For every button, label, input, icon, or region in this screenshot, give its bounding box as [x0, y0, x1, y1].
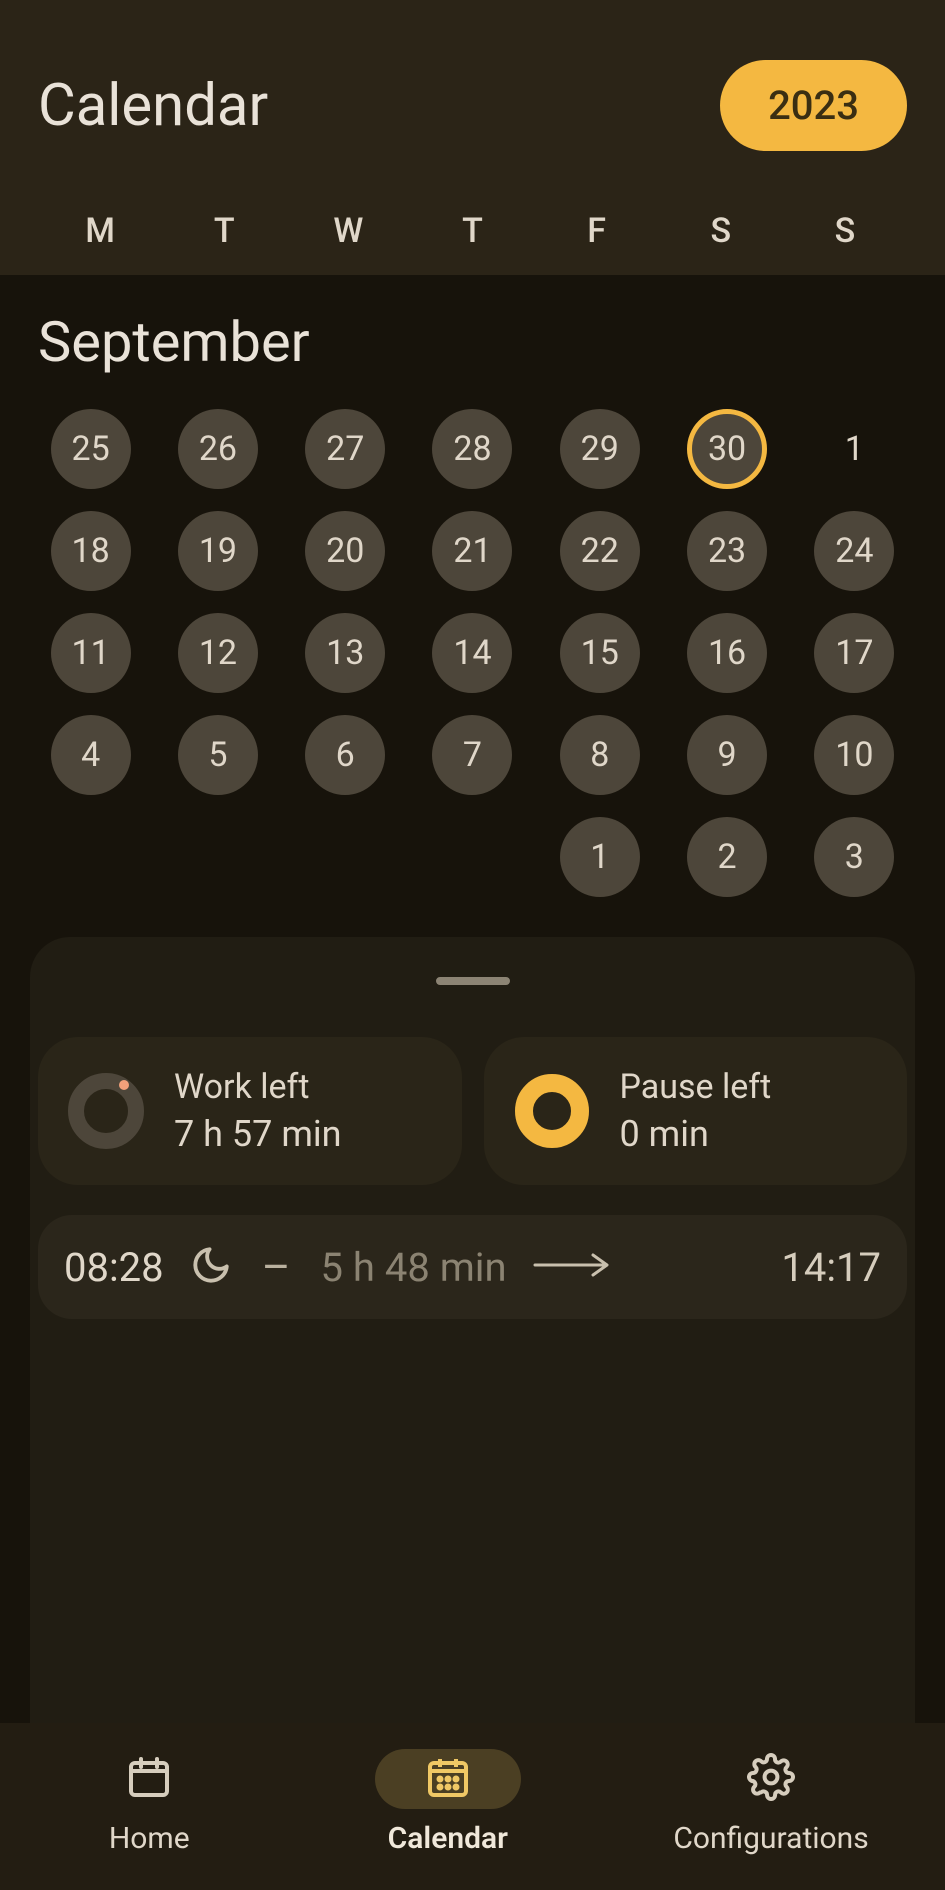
- weekday-row: MTWTFSS: [38, 211, 907, 275]
- day-30[interactable]: 30: [687, 409, 767, 489]
- moon-icon: [190, 1244, 232, 1290]
- day-2[interactable]: 2: [687, 817, 767, 897]
- calendar-outline-icon: [125, 1753, 173, 1805]
- day-29[interactable]: 29: [560, 409, 640, 489]
- work-left-label: Work left: [174, 1067, 342, 1107]
- nav-home[interactable]: Home: [76, 1749, 222, 1856]
- day-25[interactable]: 25: [51, 409, 131, 489]
- weekday-5: S: [659, 211, 783, 251]
- weekday-3: T: [410, 211, 534, 251]
- work-ring-icon: [64, 1069, 148, 1153]
- day-1[interactable]: 1: [814, 409, 894, 489]
- dash-icon: –: [262, 1241, 291, 1293]
- day-10[interactable]: 10: [814, 715, 894, 795]
- day-16[interactable]: 16: [687, 613, 767, 693]
- day-28[interactable]: 28: [432, 409, 512, 489]
- day-19[interactable]: 19: [178, 511, 258, 591]
- day-3[interactable]: 3: [814, 817, 894, 897]
- day-1[interactable]: 1: [560, 817, 640, 897]
- calendar-filled-icon: [424, 1753, 472, 1805]
- arrow-right-icon: [533, 1253, 613, 1281]
- calendar-grid: 2526272829301181920212223241112131415161…: [38, 409, 907, 897]
- nav-config-label: Configurations: [673, 1821, 868, 1856]
- day-17[interactable]: 17: [814, 613, 894, 693]
- day-8[interactable]: 8: [560, 715, 640, 795]
- day-21[interactable]: 21: [432, 511, 512, 591]
- month-name: September: [38, 309, 907, 375]
- day-11[interactable]: 11: [51, 613, 131, 693]
- day-6[interactable]: 6: [305, 715, 385, 795]
- header: Calendar 2023 MTWTFSS: [0, 0, 945, 275]
- bottom-panel[interactable]: Work left 7 h 57 min Pause left 0 min 08…: [30, 937, 915, 1723]
- weekday-0: M: [38, 211, 162, 251]
- day-27[interactable]: 27: [305, 409, 385, 489]
- page-title: Calendar: [38, 72, 268, 140]
- gear-icon: [747, 1753, 795, 1805]
- day-13[interactable]: 13: [305, 613, 385, 693]
- day-7[interactable]: 7: [432, 715, 512, 795]
- pause-left-value: 0 min: [620, 1113, 772, 1155]
- work-left-value: 7 h 57 min: [174, 1113, 342, 1155]
- work-left-card[interactable]: Work left 7 h 57 min: [38, 1037, 462, 1185]
- day-14[interactable]: 14: [432, 613, 512, 693]
- timeline-card[interactable]: 08:28 – 5 h 48 min 14:17: [38, 1215, 907, 1319]
- weekday-4: F: [535, 211, 659, 251]
- timeline-end: 14:17: [781, 1244, 881, 1291]
- day-9[interactable]: 9: [687, 715, 767, 795]
- weekday-1: T: [162, 211, 286, 251]
- drag-handle-icon[interactable]: [436, 977, 510, 985]
- weekday-6: S: [783, 211, 907, 251]
- day-26[interactable]: 26: [178, 409, 258, 489]
- pause-ring-icon: [510, 1069, 594, 1153]
- timeline-start: 08:28: [64, 1244, 164, 1291]
- day-22[interactable]: 22: [560, 511, 640, 591]
- day-4[interactable]: 4: [51, 715, 131, 795]
- pause-left-label: Pause left: [620, 1067, 772, 1107]
- nav-config[interactable]: Configurations: [673, 1749, 868, 1856]
- content: September 252627282930118192021222324111…: [0, 275, 945, 1723]
- bottom-nav: Home Calendar: [0, 1723, 945, 1890]
- pause-left-card[interactable]: Pause left 0 min: [484, 1037, 908, 1185]
- stats-row: Work left 7 h 57 min Pause left 0 min: [30, 1037, 915, 1185]
- year-button[interactable]: 2023: [720, 60, 907, 151]
- weekday-2: W: [286, 211, 410, 251]
- day-23[interactable]: 23: [687, 511, 767, 591]
- day-20[interactable]: 20: [305, 511, 385, 591]
- day-5[interactable]: 5: [178, 715, 258, 795]
- timeline-duration: 5 h 48 min: [320, 1244, 506, 1291]
- title-row: Calendar 2023: [38, 60, 907, 151]
- day-24[interactable]: 24: [814, 511, 894, 591]
- nav-calendar[interactable]: Calendar: [375, 1749, 521, 1856]
- day-12[interactable]: 12: [178, 613, 258, 693]
- nav-calendar-label: Calendar: [388, 1821, 508, 1856]
- nav-home-label: Home: [109, 1821, 190, 1856]
- day-15[interactable]: 15: [560, 613, 640, 693]
- day-18[interactable]: 18: [51, 511, 131, 591]
